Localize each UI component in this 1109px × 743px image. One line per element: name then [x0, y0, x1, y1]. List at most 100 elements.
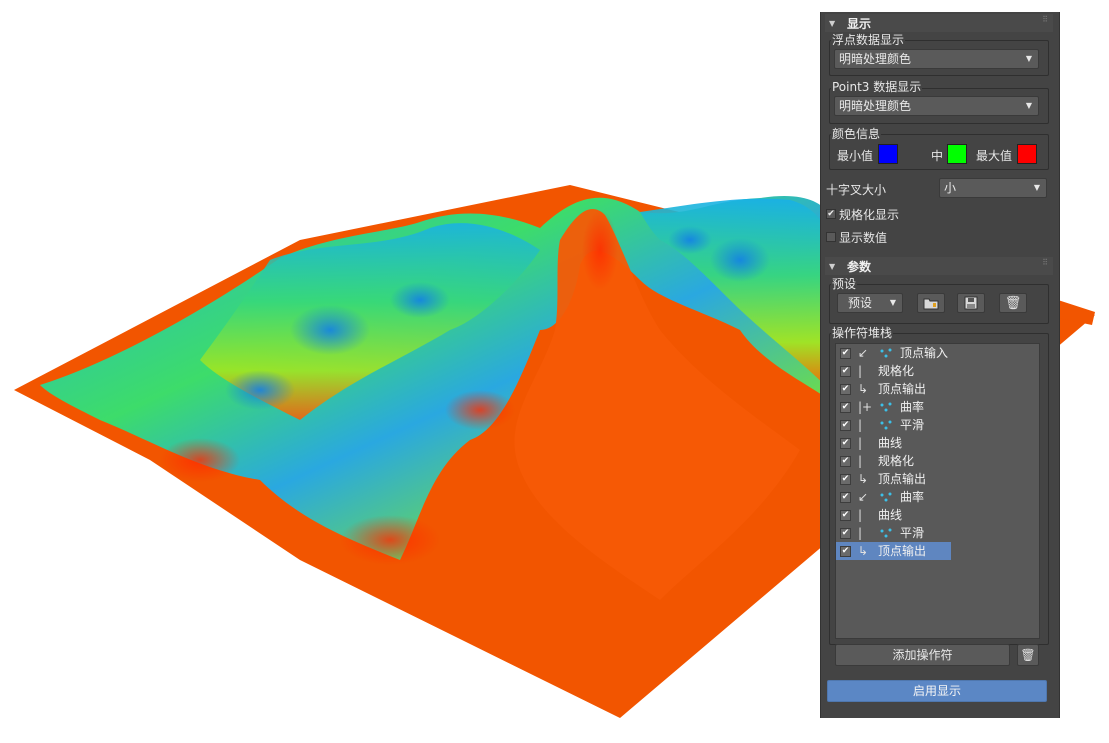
- stack-item-checkbox[interactable]: ✔: [840, 456, 851, 467]
- cross-size-dropdown[interactable]: 小 ▼: [939, 178, 1047, 198]
- stack-item-label: 平滑: [900, 418, 925, 432]
- mid-color-swatch[interactable]: [947, 144, 967, 164]
- delete-operator-button[interactable]: 🗑: [1017, 644, 1039, 666]
- enable-display-button[interactable]: 启用显示: [827, 680, 1047, 702]
- stack-item-connector: ↳: [858, 382, 869, 396]
- vertex-node-icon: [880, 492, 892, 502]
- delete-preset-button[interactable]: 🗑: [999, 293, 1027, 313]
- vertex-node-icon: [880, 348, 892, 358]
- dropdown-caret-icon: ▼: [1033, 183, 1040, 192]
- terrain-shade: [668, 226, 712, 254]
- terrain-shade: [290, 305, 370, 355]
- stack-item-connector: ↳: [858, 472, 869, 486]
- rollout-arrow-icon: ▼: [829, 261, 836, 271]
- stack-item-smooth[interactable]: ✔ | 平滑: [836, 524, 951, 542]
- stack-item-curve[interactable]: ✔ | 曲线: [836, 506, 951, 524]
- stack-item-checkbox[interactable]: ✔: [840, 402, 851, 413]
- terrain-shade: [340, 515, 440, 565]
- point3-display-dropdown[interactable]: 明暗处理颜色 ▼: [834, 96, 1039, 116]
- rollout-display-header[interactable]: ▼ 显示 ⠿: [825, 14, 1053, 32]
- terrain-shade: [225, 370, 295, 410]
- max-value-label: 最大值: [976, 149, 1013, 163]
- stack-item-checkbox[interactable]: ✔: [840, 510, 851, 521]
- stack-item-label: 曲线: [878, 436, 903, 450]
- vertex-node-icon: [880, 528, 892, 538]
- stack-item-checkbox[interactable]: ✔: [840, 384, 851, 395]
- preset-group-label: 预设: [831, 277, 858, 291]
- normalize-display-checkbox[interactable]: ✔: [826, 209, 836, 219]
- stack-item-connector: |: [858, 508, 863, 522]
- checkmark-icon: ✔: [827, 209, 835, 219]
- dropdown-caret-icon: ▼: [889, 298, 896, 307]
- trash-icon: 🗑: [1020, 648, 1036, 662]
- preset-value: 预设: [848, 296, 873, 310]
- stack-item-vertex-input[interactable]: ✔ ↙ 顶点输入: [836, 344, 951, 362]
- trash-icon: 🗑: [1004, 295, 1022, 311]
- stack-item-checkbox[interactable]: ✔: [840, 366, 851, 377]
- show-values-checkbox[interactable]: [826, 232, 836, 242]
- cross-size-label: 十字叉大小: [826, 183, 887, 197]
- operator-stack-list[interactable]: ✔ ↙ 顶点输入 ✔ | 规格化 ✔ ↳ 顶点输出 ✔ |+ 曲率 ✔ | 平滑: [835, 343, 1040, 639]
- stack-item-label: 顶点输出: [878, 544, 927, 558]
- terrain-shade: [390, 282, 450, 318]
- preset-dropdown[interactable]: 预设 ▼: [837, 293, 903, 313]
- min-color-swatch[interactable]: [878, 144, 898, 164]
- stack-item-smooth[interactable]: ✔ | 平滑: [836, 416, 951, 434]
- stack-item-checkbox[interactable]: ✔: [840, 348, 851, 359]
- stack-item-normalize[interactable]: ✔ | 规格化: [836, 452, 951, 470]
- float-display-value: 明暗处理颜色: [839, 52, 912, 66]
- point3-display-label: Point3 数据显示: [831, 80, 923, 94]
- float-display-dropdown[interactable]: 明暗处理颜色 ▼: [834, 49, 1039, 69]
- color-info-label: 颜色信息: [831, 127, 882, 141]
- stack-item-connector: |: [858, 436, 863, 450]
- stack-item-curve[interactable]: ✔ | 曲线: [836, 434, 951, 452]
- stack-item-connector: |+: [858, 400, 873, 414]
- point3-display-value: 明暗处理颜色: [839, 99, 912, 113]
- stack-item-connector: |: [858, 526, 863, 540]
- terrain-shade: [710, 238, 770, 282]
- stack-item-curvature[interactable]: ✔ |+ 曲率: [836, 398, 951, 416]
- stack-item-checkbox[interactable]: ✔: [840, 492, 851, 503]
- stack-item-label: 平滑: [900, 526, 925, 540]
- stack-item-checkbox[interactable]: ✔: [840, 420, 851, 431]
- stack-item-checkbox[interactable]: ✔: [840, 528, 851, 539]
- min-value-label: 最小值: [837, 149, 874, 163]
- dropdown-caret-icon: ▼: [1025, 101, 1032, 110]
- stack-item-label: 规格化: [878, 454, 915, 468]
- grip-icon[interactable]: ⠿: [1042, 16, 1048, 24]
- stack-item-label: 顶点输入: [900, 346, 949, 360]
- open-preset-button[interactable]: [917, 293, 945, 313]
- terrain-shade: [445, 390, 515, 430]
- show-values-label: 显示数值: [839, 231, 888, 245]
- operator-stack-label: 操作符堆栈: [831, 326, 894, 340]
- cross-size-value: 小: [944, 181, 957, 195]
- stack-item-checkbox[interactable]: ✔: [840, 438, 851, 449]
- stack-item-label: 规格化: [878, 364, 915, 378]
- save-icon: [964, 296, 978, 310]
- stack-item-normalize[interactable]: ✔ | 规格化: [836, 362, 951, 380]
- stack-item-connector: ↙: [858, 346, 869, 360]
- rollout-params-header[interactable]: ▼ 参数 ⠿: [825, 257, 1053, 275]
- terrain-shade: [582, 210, 618, 290]
- stack-item-connector: |: [858, 418, 863, 432]
- grip-icon[interactable]: ⠿: [1042, 259, 1048, 267]
- stack-item-connector: ↙: [858, 490, 869, 504]
- dropdown-caret-icon: ▼: [1025, 54, 1032, 63]
- modifier-panel: ▼ 显示 ⠿ 浮点数据显示 明暗处理颜色 ▼ Point3 数据显示 明暗处理颜…: [820, 12, 1060, 718]
- max-color-swatch[interactable]: [1017, 144, 1037, 164]
- rollout-params-title: 参数: [847, 259, 872, 274]
- stack-item-label: 顶点输出: [878, 472, 927, 486]
- stack-item-connector: |: [858, 364, 863, 378]
- stack-item-vertex-output[interactable]: ✔ ↳ 顶点输出: [836, 470, 951, 488]
- stack-item-connector: |: [858, 454, 863, 468]
- stack-item-vertex-output-selected[interactable]: ✔ ↳ 顶点输出: [836, 542, 951, 560]
- save-preset-button[interactable]: [957, 293, 985, 313]
- rollout-arrow-icon: ▼: [829, 18, 836, 28]
- stack-item-checkbox[interactable]: ✔: [840, 546, 851, 557]
- stack-item-checkbox[interactable]: ✔: [840, 474, 851, 485]
- stack-item-vertex-output[interactable]: ✔ ↳ 顶点输出: [836, 380, 951, 398]
- vertex-node-icon: [880, 402, 892, 412]
- stack-item-curvature[interactable]: ✔ ↙ 曲率: [836, 488, 951, 506]
- float-display-label: 浮点数据显示: [831, 33, 906, 47]
- add-operator-button[interactable]: 添加操作符: [835, 644, 1010, 666]
